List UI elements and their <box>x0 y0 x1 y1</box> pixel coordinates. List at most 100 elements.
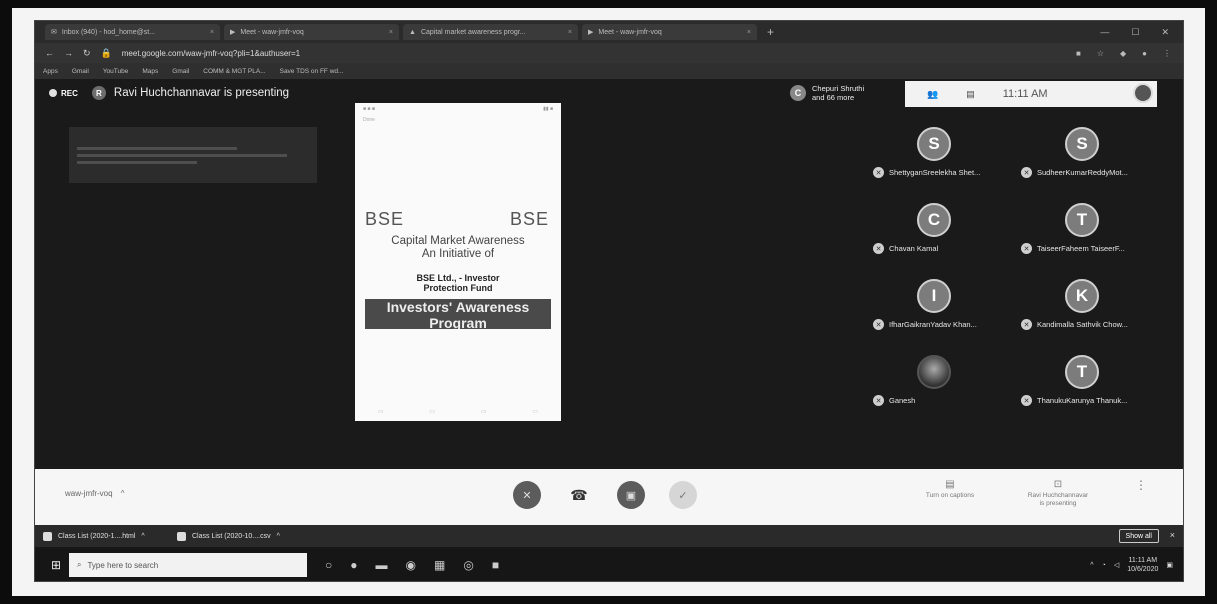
close-tab-icon[interactable]: × <box>389 29 393 36</box>
mic-muted-icon: ✕ <box>873 167 884 178</box>
menu-icon[interactable]: ⋮ <box>1163 49 1171 58</box>
close-window-icon[interactable]: ✕ <box>1161 27 1169 38</box>
captions-button[interactable]: ▤ Turn on captions <box>905 480 995 500</box>
hangup-icon: ☎ <box>570 486 588 503</box>
chat-icon[interactable]: ▤ <box>966 89 975 100</box>
close-tab-icon[interactable]: × <box>210 29 214 36</box>
slide-status-bar: ■ ■ ■ ▮▮ ■ <box>363 106 553 112</box>
meeting-details-bar: 👥 ▤ 11:11 AM <box>905 81 1157 107</box>
present-button[interactable]: ⊡ Ravi Huchchannavar is presenting <box>1013 480 1103 508</box>
bookmark-maps[interactable]: Maps <box>142 68 158 75</box>
participant-name: SudheerKumarReddyMot... <box>1037 168 1128 177</box>
screen: ✉ Inbox (940) - hod_home@st... × ▶ Meet - w… <box>34 20 1184 582</box>
participant-tile[interactable]: S ✕ ShettyganSreelekha Shet... <box>867 127 1007 185</box>
camera-icon[interactable]: ■ <box>1076 49 1081 58</box>
download-item[interactable]: Class List (2020-10....csv ^ <box>177 531 303 541</box>
mic-muted-icon: ✕ <box>873 243 884 254</box>
close-tab-icon[interactable]: × <box>747 29 751 36</box>
presenter-avatar: R <box>91 86 106 100</box>
participant-photo <box>917 355 951 389</box>
participant-name: IfharGaikranYadav Khan... <box>889 320 977 329</box>
blur-line <box>77 147 237 150</box>
chrome-icon[interactable]: ◉ <box>406 558 416 572</box>
meeting-details-toggle[interactable]: waw-jmfr-voq ^ <box>65 489 125 498</box>
tray-chevron-icon[interactable]: ^ <box>1090 562 1093 569</box>
chevron-up-icon[interactable]: ^ <box>141 533 144 540</box>
bookmark-gmail-2[interactable]: Gmail <box>172 68 189 75</box>
download-item[interactable]: Class List (2020-1....html ^ <box>43 531 169 541</box>
participant-tile[interactable]: S ✕ SudheerKumarReddyMot... <box>1015 127 1155 185</box>
reload-icon[interactable]: ↻ <box>83 48 91 59</box>
browser-tab[interactable]: ✉ Inbox (940) - hod_home@st... × <box>45 24 220 40</box>
explorer-icon[interactable]: ▬ <box>376 558 388 572</box>
bookmark-youtube[interactable]: YouTube <box>103 68 129 75</box>
bookmark-apps[interactable]: Apps <box>43 68 58 75</box>
show-all-button[interactable]: Show all <box>1118 529 1159 543</box>
bookmark-gmail[interactable]: Gmail <box>72 68 89 75</box>
bookmarks-bar: Apps Gmail YouTube Maps Gmail COMM & MGT… <box>35 63 1183 79</box>
address-bar: ← → ↻ 🔒 meet.google.com/waw-jmfr-voq?pli… <box>35 43 1183 63</box>
mic-off-icon: ✕ <box>522 489 532 502</box>
bse-logo-left: BSE <box>365 209 405 229</box>
volume-icon[interactable]: ◁ <box>1114 561 1119 569</box>
participant-avatar: C <box>917 203 951 237</box>
star-icon[interactable]: ☆ <box>1097 49 1104 58</box>
participant-tile[interactable]: T ✕ ThanukuKarunya Thanuk... <box>1015 355 1155 413</box>
system-tray: ^ ◔ ◁ 11:11 AM 10/6/2020 ▣ <box>1090 556 1183 574</box>
taskbar-clock[interactable]: 11:11 AM 10/6/2020 <box>1127 556 1158 574</box>
mic-muted-icon: ✕ <box>1021 243 1032 254</box>
store-icon[interactable]: ▦ <box>434 558 445 572</box>
meet-control-bar: waw-jmfr-voq ^ ✕ ☎ ▣ ✓ ▤ Turn on caption… <box>35 469 1183 525</box>
participant-avatar: I <box>917 279 951 313</box>
bookmark-save-tds[interactable]: Save TDS on FF wd... <box>280 68 344 75</box>
participant-tile[interactable]: ✕ Ganesh <box>867 355 1007 413</box>
app-icon[interactable]: ■ <box>492 558 499 572</box>
network-icon[interactable]: ◔ <box>1102 562 1106 569</box>
mic-toggle-button[interactable]: ✕ <box>513 481 541 509</box>
people-icon[interactable]: 👥 <box>927 89 938 100</box>
back-icon[interactable]: ← <box>45 48 54 58</box>
leave-call-button[interactable]: ☎ <box>565 481 593 509</box>
recording-badge: REC <box>49 89 78 98</box>
browser-tab[interactable]: ▶ Meet - waw-jmfr-voq × <box>224 24 399 40</box>
file-icon <box>177 531 186 541</box>
downloads-bar: Class List (2020-1....html ^ Class List … <box>35 525 1183 547</box>
self-avatar[interactable] <box>1133 83 1153 103</box>
participant-name: ShettyganSreelekha Shet... <box>889 168 981 177</box>
taskbar-search[interactable]: ⌕ Type here to search <box>69 553 307 577</box>
meeting-time: 11:11 AM <box>1002 88 1048 100</box>
close-downloads-icon[interactable]: × <box>1170 530 1175 540</box>
cortana-icon[interactable]: ○ <box>325 558 332 572</box>
notifications-icon[interactable]: ▣ <box>1166 561 1173 569</box>
mic-muted-icon: ✕ <box>873 395 884 406</box>
participant-tile[interactable]: C ✕ Chavan Kamal <box>867 203 1007 261</box>
participant-tile[interactable]: K ✕ Kandimalla Sathvik Chow... <box>1015 279 1155 337</box>
search-icon: ⌕ <box>77 560 82 569</box>
edge-icon[interactable]: ● <box>350 558 357 572</box>
url-field[interactable]: meet.google.com/waw-jmfr-voq?pli=1&authu… <box>122 49 1066 58</box>
browser-tab-active[interactable]: ▶ Meet - waw-jmfr-voq × <box>582 24 757 40</box>
more-options-button[interactable]: ⋮ <box>1135 479 1147 491</box>
others-indicator[interactable]: C Chepuri Shruthi and 66 more <box>790 84 864 102</box>
windows-start-icon[interactable]: ⊞ <box>43 558 69 572</box>
participant-avatar: T <box>1065 355 1099 389</box>
new-tab-button[interactable]: + <box>767 25 774 39</box>
participant-tile[interactable]: I ✕ IfharGaikranYadav Khan... <box>867 279 1007 337</box>
camera-toggle-button[interactable]: ▣ <box>617 481 645 509</box>
browser-tab[interactable]: ▲ Capital market awareness progr... × <box>403 24 578 40</box>
bookmark-comm-mgt[interactable]: COMM & MGT PLA... <box>203 68 265 75</box>
participant-tile[interactable]: T ✕ TaiseerFaheem TaiseerF... <box>1015 203 1155 261</box>
chevron-up-icon[interactable]: ^ <box>277 533 280 540</box>
blur-line <box>77 154 287 157</box>
mic-muted-icon: ✕ <box>873 319 884 330</box>
profile-icon[interactable]: ● <box>1142 49 1147 58</box>
raise-hand-button[interactable]: ✓ <box>669 481 697 509</box>
minimize-icon[interactable]: — <box>1100 27 1109 38</box>
maximize-icon[interactable]: ☐ <box>1131 27 1139 38</box>
whatsapp-icon[interactable]: ◎ <box>463 558 473 572</box>
slide-toolbar: Done <box>363 117 375 123</box>
forward-icon[interactable]: → <box>64 48 73 58</box>
close-tab-icon[interactable]: × <box>568 29 572 36</box>
chevron-up-icon: ^ <box>120 489 125 498</box>
extension-icon[interactable]: ◆ <box>1120 49 1126 58</box>
